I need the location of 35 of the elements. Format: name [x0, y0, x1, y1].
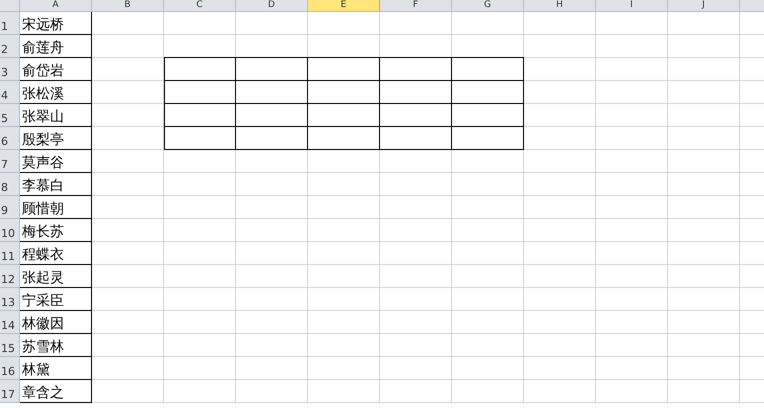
name-cell: 张松溪 [20, 81, 92, 104]
row-header[interactable]: 6 [0, 127, 20, 150]
name-cell: 章含之 [20, 380, 92, 403]
row-header[interactable]: 12 [0, 265, 20, 288]
row-header[interactable]: 7 [0, 150, 20, 173]
name-cell: 苏雪林 [20, 334, 92, 357]
row-header[interactable]: 10 [0, 219, 20, 242]
name-cell: 俞莲舟 [20, 35, 92, 58]
row-header[interactable]: 17 [0, 380, 20, 403]
row-header[interactable]: 4 [0, 81, 20, 104]
row-header[interactable]: 5 [0, 104, 20, 127]
row-header[interactable]: 3 [0, 58, 20, 81]
row-header[interactable]: 2 [0, 35, 20, 58]
row-header[interactable]: 16 [0, 357, 20, 380]
name-cell: 俞岱岩 [20, 58, 92, 81]
column-header[interactable]: E [308, 0, 380, 11]
row-header[interactable]: 14 [0, 311, 20, 334]
row-header[interactable]: 13 [0, 288, 20, 311]
name-cell: 殷梨亭 [20, 127, 92, 150]
row-header[interactable]: 11 [0, 242, 20, 265]
name-cell: 梅长苏 [20, 219, 92, 242]
name-cell: 莫声谷 [20, 150, 92, 173]
name-cell: 林黛 [20, 357, 92, 380]
name-cell: 李慕白 [20, 173, 92, 196]
row-header[interactable]: 15 [0, 334, 20, 357]
row-header[interactable]: 9 [0, 196, 20, 219]
row-header[interactable]: 8 [0, 173, 20, 196]
name-cell: 程蝶衣 [20, 242, 92, 265]
name-cell: 宁采臣 [20, 288, 92, 311]
row-header[interactable]: 1 [0, 12, 20, 35]
name-cell: 张起灵 [20, 265, 92, 288]
name-cell: 张翠山 [20, 104, 92, 127]
name-cell: 林徽因 [20, 311, 92, 334]
name-cell: 顾惜朝 [20, 196, 92, 219]
name-cell: 宋远桥 [20, 12, 92, 35]
